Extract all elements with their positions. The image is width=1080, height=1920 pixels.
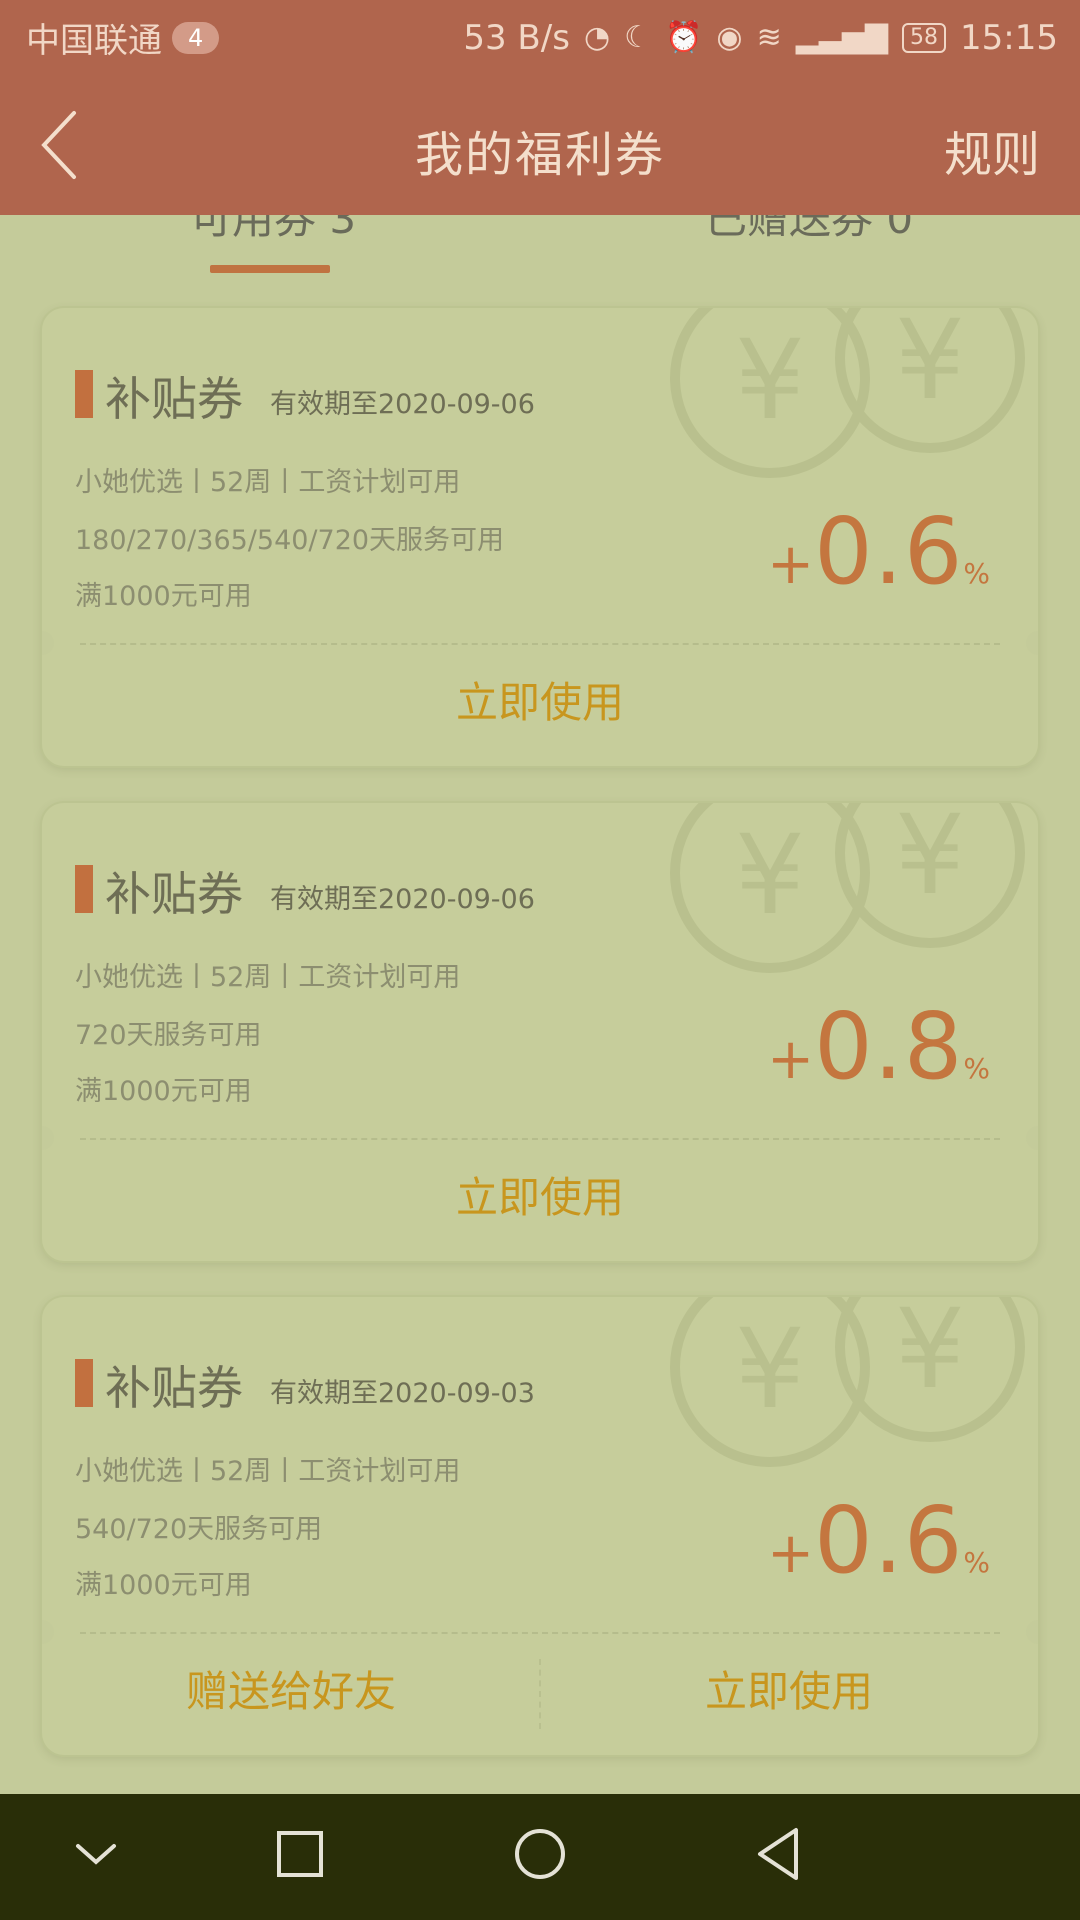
app-header: 我的福利券 规则: [0, 75, 1080, 215]
status-bar: 中国联通 4 53 B/s ◔ ☾ ⏰ ◉ ≋ ▂▃▅▇ 58 15:15: [0, 0, 1080, 75]
active-tab-indicator: [210, 265, 330, 273]
clock: 15:15: [960, 17, 1058, 58]
card-notch-left: [42, 1620, 54, 1644]
rules-button[interactable]: 规则: [944, 115, 1040, 185]
coupon-terms: 540/720天服务可用: [75, 1514, 323, 1545]
moon-icon: ☾: [624, 20, 652, 55]
alarm-icon: ⏰: [665, 20, 703, 55]
card-notch-right: [1026, 631, 1038, 655]
coupon-accent-bar: [75, 1359, 93, 1407]
carrier-badge: 4: [172, 21, 220, 54]
coupon-card: ¥ ¥ 补贴券 有效期至2020-09-06 小她优选丨52周丨工资计划可用 1…: [42, 308, 1038, 766]
amount-unit: %: [963, 557, 990, 590]
coupon-validity: 有效期至2020-09-06: [270, 389, 535, 420]
card-notch-right: [1026, 1126, 1038, 1150]
coupon-minimum: 满1000元可用: [75, 581, 252, 612]
signal-icon: ▂▃▅▇: [795, 20, 889, 55]
card-notch-left: [42, 631, 54, 655]
network-speed: 53 B/s: [463, 17, 570, 58]
coupon-terms: 720天服务可用: [75, 1020, 262, 1051]
page-title: 我的福利券: [414, 127, 665, 183]
coupon-tabs: 可用券 3 已赠送券 0: [0, 215, 1080, 275]
amount-plus: +: [767, 1027, 815, 1092]
chevron-down-icon[interactable]: [66, 1824, 126, 1884]
gift-to-friend-button[interactable]: 赠送给好友: [42, 1647, 540, 1737]
svg-text:¥: ¥: [895, 1297, 965, 1413]
system-nav-bar: [0, 1794, 1080, 1920]
coupon-terms: 180/270/365/540/720天服务可用: [75, 525, 505, 556]
use-now-button[interactable]: 立即使用: [42, 1153, 1038, 1243]
amount-plus: +: [767, 532, 815, 597]
square-icon[interactable]: [270, 1824, 330, 1884]
card-notch-left: [42, 1126, 54, 1150]
coupon-scope: 小她优选丨52周丨工资计划可用: [75, 1456, 461, 1487]
amount-value: 0.6: [814, 498, 964, 605]
amount-unit: %: [963, 1546, 990, 1579]
coupon-title: 补贴券: [105, 867, 243, 921]
svg-text:¥: ¥: [895, 803, 965, 919]
card-notch-right: [1026, 1620, 1038, 1644]
battery-icon: 58: [902, 22, 947, 53]
coupon-amount: +0.8%: [767, 993, 990, 1100]
tab-sent[interactable]: 已赠送券 0: [705, 215, 913, 246]
amount-unit: %: [963, 1052, 990, 1085]
coupon-minimum: 满1000元可用: [75, 1570, 252, 1601]
tab-available[interactable]: 可用券 3: [190, 215, 356, 246]
amount-value: 0.6: [814, 1487, 964, 1594]
use-now-button[interactable]: 立即使用: [42, 658, 1038, 748]
coupon-card: ¥ ¥ 补贴券 有效期至2020-09-03 小她优选丨52周丨工资计划可用 5…: [42, 1297, 1038, 1755]
amount-value: 0.8: [814, 993, 964, 1100]
eye-icon: ◉: [716, 20, 743, 55]
coupon-accent-bar: [75, 865, 93, 913]
coins-watermark-icon: ¥ ¥: [670, 1297, 1025, 1467]
dashed-divider: [80, 1632, 1000, 1634]
circle-icon[interactable]: [510, 1824, 570, 1884]
svg-text:¥: ¥: [735, 1305, 805, 1433]
coupon-amount: +0.6%: [767, 498, 990, 605]
hd-icon: ◔: [583, 20, 611, 55]
coupon-minimum: 满1000元可用: [75, 1076, 252, 1107]
coupon-validity: 有效期至2020-09-03: [270, 1378, 535, 1409]
coupon-amount: +0.6%: [767, 1487, 990, 1594]
coins-watermark-icon: ¥ ¥: [670, 308, 1025, 478]
coins-watermark-icon: ¥ ¥: [670, 803, 1025, 973]
coupon-title: 补贴券: [105, 372, 243, 426]
coupon-accent-bar: [75, 370, 93, 418]
use-now-button[interactable]: 立即使用: [540, 1647, 1038, 1737]
triangle-back-icon[interactable]: [750, 1824, 810, 1884]
coupon-validity: 有效期至2020-09-06: [270, 884, 535, 915]
dashed-divider: [80, 1138, 1000, 1140]
svg-text:¥: ¥: [895, 308, 965, 424]
coupon-scope: 小她优选丨52周丨工资计划可用: [75, 467, 461, 498]
coupon-title: 补贴券: [105, 1361, 243, 1415]
amount-plus: +: [767, 1521, 815, 1586]
wifi-icon: ≋: [756, 20, 782, 55]
svg-text:¥: ¥: [735, 811, 805, 939]
coupon-card: ¥ ¥ 补贴券 有效期至2020-09-06 小她优选丨52周丨工资计划可用 7…: [42, 803, 1038, 1261]
coupon-scope: 小她优选丨52周丨工资计划可用: [75, 962, 461, 993]
dashed-divider: [80, 643, 1000, 645]
svg-text:¥: ¥: [735, 316, 805, 444]
carrier-name: 中国联通: [26, 21, 162, 61]
